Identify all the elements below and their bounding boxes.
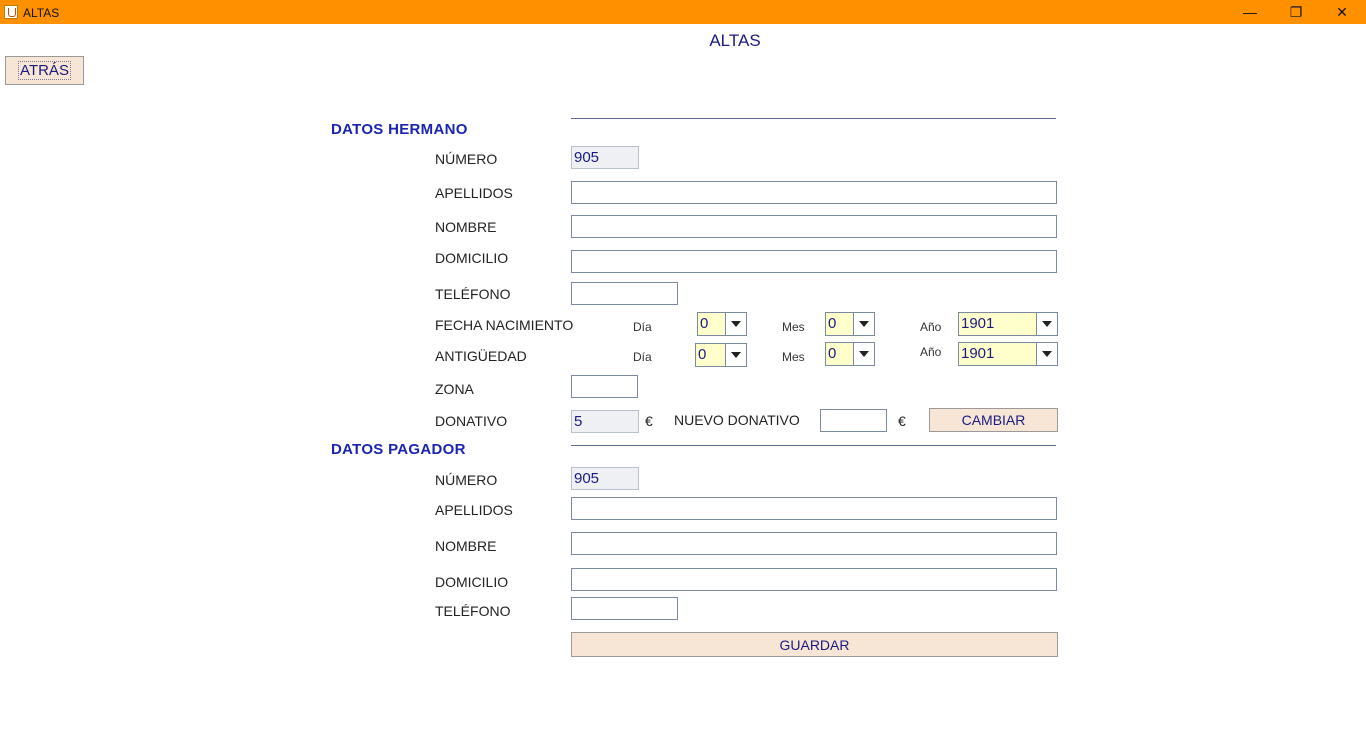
nombre-input[interactable] (571, 215, 1057, 238)
chevron-down-icon[interactable] (1036, 343, 1057, 365)
antiguedad-anio-value: 1901 (961, 345, 995, 362)
fecha-mes-value: 0 (828, 315, 837, 332)
zona-label: ZONA (435, 381, 474, 397)
back-button-label: ATRÁS (18, 61, 71, 80)
chevron-down-icon[interactable] (853, 313, 874, 335)
chevron-down-icon[interactable] (853, 343, 874, 365)
mes-label: Mes (782, 320, 805, 334)
section-title-hermano: DATOS HERMANO (331, 121, 468, 138)
window-title-bar[interactable] (0, 0, 1366, 24)
pagador-nombre-label: NOMBRE (435, 538, 497, 554)
euro-symbol: € (898, 413, 906, 429)
pagador-domicilio-label: DOMICILIO (435, 574, 509, 590)
anio-label: Año (920, 320, 942, 334)
numero-field: 905 (571, 146, 639, 169)
close-icon[interactable]: ✕ (1319, 0, 1365, 24)
pagador-numero-field: 905 (571, 467, 639, 490)
nuevo-donativo-input[interactable] (820, 409, 887, 432)
dia-label: Día (633, 350, 652, 364)
nombre-label: NOMBRE (435, 219, 497, 235)
fecha-anio-value: 1901 (961, 315, 995, 332)
antiguedad-mes-value: 0 (828, 345, 837, 362)
fecha-mes-select[interactable]: 0 (825, 312, 875, 336)
telefono-input[interactable] (571, 282, 678, 305)
donativo-label: DONATIVO (435, 413, 508, 429)
euro-symbol: € (645, 413, 653, 429)
minimize-icon[interactable]: — (1227, 0, 1273, 24)
chevron-down-icon[interactable] (725, 344, 746, 366)
apellidos-label: APELLIDOS (435, 185, 513, 201)
java-app-icon (4, 5, 18, 19)
pagador-apellidos-input[interactable] (571, 497, 1057, 520)
antiguedad-mes-select[interactable]: 0 (825, 342, 875, 366)
restore-icon[interactable]: ❐ (1273, 0, 1319, 24)
pagador-numero-label: NÚMERO (435, 472, 498, 488)
fecha-dia-value: 0 (700, 315, 709, 332)
apellidos-input[interactable] (571, 181, 1057, 204)
fecha-nacimiento-label: FECHA NACIMIENTO (435, 317, 574, 333)
fecha-anio-select[interactable]: 1901 (958, 312, 1058, 336)
section-divider (571, 118, 1056, 119)
section-divider (571, 445, 1056, 446)
chevron-down-icon[interactable] (1036, 313, 1057, 335)
antiguedad-label: ANTIGÜEDAD (435, 348, 527, 364)
section-title-pagador: DATOS PAGADOR (331, 441, 466, 458)
antiguedad-anio-select[interactable]: 1901 (958, 342, 1058, 366)
pagador-domicilio-input[interactable] (571, 568, 1057, 591)
fecha-dia-select[interactable]: 0 (697, 312, 747, 336)
window-title: ALTAS (23, 6, 60, 20)
zona-input[interactable] (571, 375, 638, 398)
antiguedad-dia-select[interactable]: 0 (695, 343, 747, 367)
cambiar-button[interactable]: CAMBIAR (929, 408, 1058, 432)
pagador-telefono-label: TELÉFONO (435, 603, 511, 619)
mes-label: Mes (782, 350, 805, 364)
donativo-field: 5 (571, 410, 639, 433)
back-button[interactable]: ATRÁS (5, 56, 84, 85)
antiguedad-dia-value: 0 (698, 346, 707, 363)
pagador-apellidos-label: APELLIDOS (435, 502, 513, 518)
pagador-telefono-input[interactable] (571, 597, 678, 620)
dia-label: Día (633, 320, 652, 334)
guardar-button[interactable]: GUARDAR (571, 632, 1058, 657)
page-title: ALTAS (709, 31, 761, 50)
chevron-down-icon[interactable] (725, 313, 746, 335)
domicilio-input[interactable] (571, 250, 1057, 273)
anio-label: Año (920, 345, 942, 359)
pagador-nombre-input[interactable] (571, 532, 1057, 555)
numero-label: NÚMERO (435, 151, 498, 167)
nuevo-donativo-label: NUEVO DONATIVO (674, 412, 800, 428)
telefono-label: TELÉFONO (435, 286, 511, 302)
domicilio-label: DOMICILIO (435, 250, 509, 266)
